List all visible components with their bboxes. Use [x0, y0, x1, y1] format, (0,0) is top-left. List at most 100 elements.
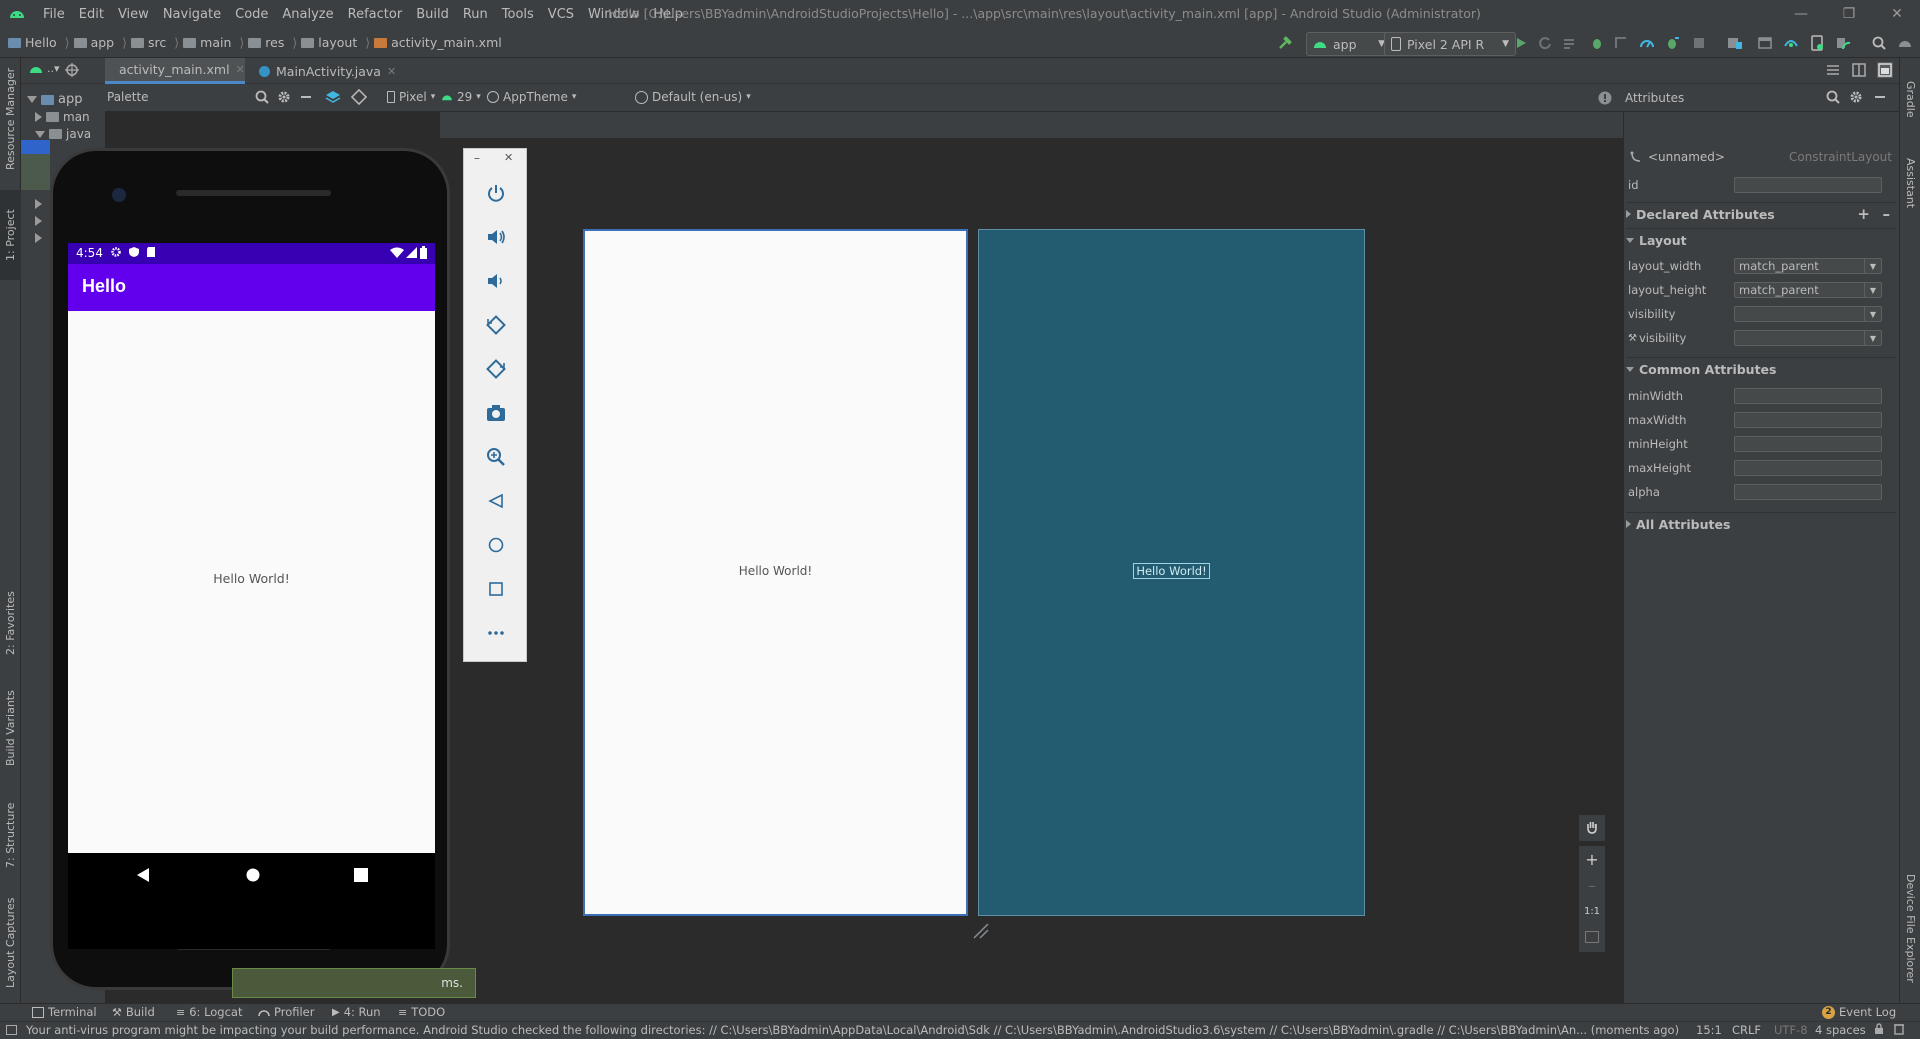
logcat-tool-button[interactable]: ≡ 6: Logcat	[176, 1005, 243, 1019]
caret-position[interactable]: 15:1	[1696, 1023, 1722, 1037]
status-message[interactable]: Your anti-virus program might be impacti…	[26, 1023, 1679, 1037]
maximize-button[interactable]: ❐	[1826, 0, 1872, 28]
sdk-manager-icon[interactable]	[1834, 34, 1852, 52]
debug-icon[interactable]	[1588, 34, 1606, 52]
breadcrumb-src[interactable]: src	[148, 35, 166, 50]
coverage-icon[interactable]	[1612, 34, 1630, 52]
breadcrumb-main[interactable]: main	[200, 35, 231, 50]
split-view-icon[interactable]	[1851, 62, 1867, 78]
device-in-editor-select[interactable]: Pixel ▾	[387, 90, 435, 104]
menu-run[interactable]: Run	[456, 7, 495, 22]
breadcrumb-file[interactable]: activity_main.xml	[391, 35, 502, 50]
attributes-settings-gear-icon[interactable]	[1849, 90, 1863, 104]
locale-select[interactable]: Default (en-us) ▾	[635, 90, 751, 104]
rotate-right-icon[interactable]	[482, 355, 510, 383]
project-tool-tab[interactable]: 1: Project	[0, 190, 21, 280]
maxwidth-field[interactable]	[1734, 412, 1882, 428]
design-preview-screen[interactable]: Hello World!	[583, 229, 968, 916]
breadcrumb-project[interactable]: Hello	[25, 35, 57, 50]
tree-item-app[interactable]: app	[27, 92, 82, 107]
run-config-select[interactable]: app ▼	[1306, 32, 1392, 56]
menu-edit[interactable]: Edit	[72, 7, 111, 22]
event-log-button[interactable]: 2 Event Log	[1822, 1005, 1896, 1019]
attach-debugger-icon[interactable]	[1664, 34, 1682, 52]
palette-search-icon[interactable]	[255, 90, 269, 104]
tools-visibility-select[interactable]: ▼	[1734, 330, 1882, 346]
attributes-hide-icon[interactable]	[1873, 90, 1887, 104]
run-icon[interactable]	[1512, 34, 1530, 52]
volume-up-icon[interactable]	[482, 223, 510, 251]
code-view-icon[interactable]	[1825, 62, 1841, 78]
close-window-button[interactable]: ✕	[1874, 0, 1920, 28]
assistant-tab[interactable]: Assistant	[1900, 138, 1920, 228]
overview-icon[interactable]	[482, 575, 510, 603]
profiler-tool-button[interactable]: Profiler	[258, 1005, 315, 1019]
section-layout[interactable]: Layout	[1626, 228, 1896, 251]
maxheight-field[interactable]	[1734, 460, 1882, 476]
close-tab-icon[interactable]: ✕	[236, 63, 245, 76]
rotate-left-icon[interactable]	[482, 311, 510, 339]
breadcrumb-app[interactable]: app	[91, 35, 115, 50]
add-attribute-icon[interactable]: +	[1857, 205, 1870, 223]
tab-activity-main[interactable]: activity_main.xml ✕	[105, 58, 245, 84]
stop-icon[interactable]	[1690, 34, 1708, 52]
menu-analyze[interactable]: Analyze	[275, 7, 340, 22]
device-file-explorer-tab[interactable]: Device File Explorer	[1900, 858, 1920, 998]
layout-height-select[interactable]: match_parent ▼	[1734, 282, 1882, 298]
device-select[interactable]: Pixel 2 API R ▼	[1384, 32, 1516, 56]
gradle-tab[interactable]: Gradle	[1900, 64, 1920, 134]
home-nav-icon[interactable]	[246, 868, 260, 882]
zoom-to-fit-button[interactable]	[1579, 924, 1605, 950]
favorites-tab[interactable]: 2: Favorites	[0, 578, 21, 668]
blueprint-textview[interactable]: Hello World!	[1133, 563, 1210, 579]
make-project-hammer-icon[interactable]	[1276, 34, 1294, 52]
terminal-tool-button[interactable]: Terminal	[32, 1005, 97, 1019]
lock-icon[interactable]	[1874, 1023, 1884, 1035]
collapse-arrow-icon[interactable]	[35, 198, 42, 212]
profile-icon[interactable]	[1638, 34, 1656, 52]
id-field[interactable]	[1734, 177, 1882, 193]
section-all-attributes[interactable]: All Attributes	[1626, 512, 1896, 535]
back-nav-icon[interactable]	[136, 867, 150, 883]
resize-handle-icon[interactable]	[970, 920, 990, 940]
emulator-minimize-button[interactable]: –	[474, 151, 480, 165]
theme-select[interactable]: AppTheme ▾	[487, 90, 576, 104]
blueprint-preview-screen[interactable]: Hello World!	[978, 229, 1365, 916]
zoom-icon[interactable]	[482, 443, 510, 471]
zoom-out-button[interactable]: –	[1579, 872, 1605, 898]
api-level-select[interactable]: 29 ▾	[441, 90, 481, 104]
attributes-search-icon[interactable]	[1826, 90, 1840, 104]
warnings-icon[interactable]	[1597, 90, 1613, 106]
zoom-actual-size-button[interactable]: 1:1	[1579, 898, 1605, 924]
design-preview-textview[interactable]: Hello World!	[585, 564, 966, 578]
camera-icon[interactable]	[482, 399, 510, 427]
menu-refactor[interactable]: Refactor	[341, 7, 410, 22]
more-options-icon[interactable]	[482, 619, 510, 647]
palette-hide-icon[interactable]	[299, 90, 313, 104]
zoom-in-button[interactable]: +	[1579, 846, 1605, 872]
locate-icon[interactable]	[65, 63, 79, 77]
file-encoding[interactable]: UTF-8	[1774, 1023, 1808, 1037]
design-surface-layers-icon[interactable]	[325, 89, 341, 105]
recents-nav-icon[interactable]	[354, 868, 368, 882]
section-declared-attributes[interactable]: Declared Attributes + –	[1626, 202, 1896, 225]
menu-view[interactable]: View	[111, 7, 156, 22]
apply-changes-icon[interactable]	[1536, 34, 1554, 52]
sync-gradle-icon[interactable]	[1782, 34, 1800, 52]
project-structure-icon[interactable]	[1756, 34, 1774, 52]
minimize-button[interactable]: —	[1778, 0, 1824, 28]
power-icon[interactable]	[482, 179, 510, 207]
breadcrumb-layout[interactable]: layout	[318, 35, 357, 50]
tool-windows-toggle-icon[interactable]	[6, 1025, 17, 1035]
collapse-arrow-icon[interactable]	[35, 232, 42, 246]
minheight-field[interactable]	[1734, 436, 1882, 452]
android-view-icon[interactable]	[29, 64, 43, 74]
apply-code-changes-icon[interactable]	[1560, 34, 1578, 52]
alpha-field[interactable]	[1734, 484, 1882, 500]
layout-captures-tab[interactable]: Layout Captures	[0, 888, 21, 998]
menu-navigate[interactable]: Navigate	[156, 7, 228, 22]
search-everywhere-icon[interactable]	[1870, 34, 1888, 52]
tab-mainactivity-java[interactable]: MainActivity.java ✕	[251, 58, 407, 84]
menu-code[interactable]: Code	[228, 7, 275, 22]
orientation-icon[interactable]	[351, 89, 367, 105]
